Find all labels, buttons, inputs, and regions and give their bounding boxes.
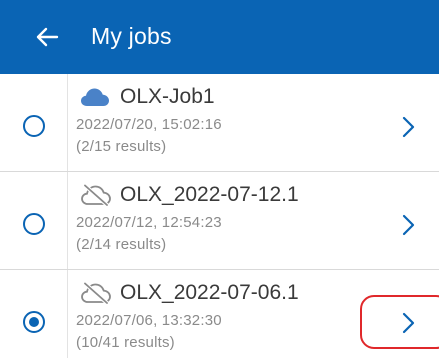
job-radio-selected[interactable] xyxy=(22,311,45,333)
chevron-right-icon xyxy=(402,214,415,235)
arrow-left-icon xyxy=(36,27,59,47)
cloud-off-icon xyxy=(80,282,112,304)
cloud-icon xyxy=(80,86,112,108)
job-radio[interactable] xyxy=(22,114,45,137)
job-name: OLX-Job1 xyxy=(120,85,215,108)
radio-cell xyxy=(0,172,68,269)
app-header: My jobs xyxy=(0,0,439,74)
job-name: OLX_2022-07-06.1 xyxy=(120,281,299,304)
chevron-right-icon xyxy=(402,116,415,137)
open-job-button[interactable] xyxy=(379,74,439,171)
open-job-button[interactable] xyxy=(379,172,439,269)
job-name: OLX_2022-07-12.1 xyxy=(120,183,299,206)
app-window: My jobs OLX-Job1 2022/07/20, 15:02:16 (2… xyxy=(0,0,439,358)
job-row[interactable]: OLX_2022-07-12.1 2022/07/12, 12:54:23 (2… xyxy=(0,172,439,270)
radio-cell xyxy=(0,74,68,171)
job-row[interactable]: OLX_2022-07-06.1 2022/07/06, 13:32:30 (1… xyxy=(0,270,439,358)
job-list: OLX-Job1 2022/07/20, 15:02:16 (2/15 resu… xyxy=(0,74,439,358)
job-radio[interactable] xyxy=(22,212,45,235)
chevron-right-icon xyxy=(402,312,415,334)
radio-cell xyxy=(0,270,68,358)
cloud-off-icon xyxy=(80,184,112,206)
job-row[interactable]: OLX-Job1 2022/07/20, 15:02:16 (2/15 resu… xyxy=(0,74,439,172)
page-title: My jobs xyxy=(91,22,172,49)
back-button[interactable] xyxy=(33,23,61,51)
open-job-button[interactable] xyxy=(379,270,439,358)
